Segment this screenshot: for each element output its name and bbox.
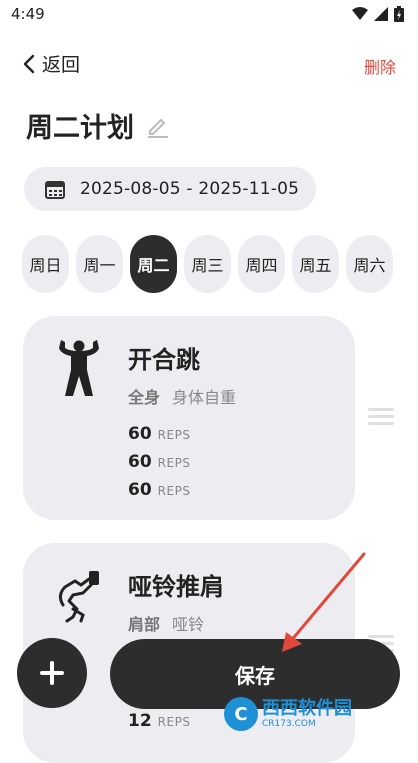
battery-icon xyxy=(394,6,404,22)
tab-friday[interactable]: 周五 xyxy=(292,235,339,293)
exercise-tags: 肩部 哑铃 xyxy=(128,611,204,635)
watermark-brand: 西西软件园 xyxy=(262,697,352,719)
page-title: 周二计划 xyxy=(26,113,134,144)
exercise-tags: 全身 身体自重 xyxy=(128,384,236,408)
signal-icon xyxy=(374,7,388,21)
exercise-card[interactable]: 开合跳 全身 身体自重 60 REPS 60 REPS 60 REPS xyxy=(23,316,355,520)
tab-tuesday[interactable]: 周二 xyxy=(130,235,177,293)
status-icons xyxy=(352,6,404,22)
set-row[interactable]: 60 REPS xyxy=(128,424,190,444)
plus-icon xyxy=(40,661,64,685)
tab-sunday[interactable]: 周日 xyxy=(22,235,69,293)
set-unit: REPS xyxy=(157,456,191,470)
top-nav: 返回 删除 xyxy=(0,48,418,82)
set-row[interactable]: 60 REPS xyxy=(128,480,190,500)
back-button[interactable]: 返回 xyxy=(22,50,80,77)
title-row: 周二计划 xyxy=(26,106,170,145)
tab-wednesday[interactable]: 周三 xyxy=(184,235,231,293)
calendar-icon xyxy=(45,181,65,199)
status-time: 4:49 xyxy=(11,5,45,23)
exercise-name: 开合跳 xyxy=(128,346,200,374)
set-count: 60 xyxy=(128,480,152,500)
add-exercise-button[interactable] xyxy=(17,638,87,708)
set-unit: REPS xyxy=(157,428,191,442)
dumbbell-press-icon xyxy=(58,571,99,623)
sets-list: 60 REPS 60 REPS 60 REPS xyxy=(128,424,190,500)
body-part-label: 全身 xyxy=(128,388,161,407)
tab-thursday[interactable]: 周四 xyxy=(238,235,285,293)
annotation-arrow-icon xyxy=(282,552,366,652)
exercise-name: 哑铃推肩 xyxy=(128,573,224,601)
set-count: 60 xyxy=(128,452,152,472)
equipment-label: 哑铃 xyxy=(172,615,205,634)
watermark-url: CR173.COM xyxy=(262,718,316,729)
set-count: 60 xyxy=(128,424,152,444)
body-part-label: 肩部 xyxy=(128,615,161,634)
back-label: 返回 xyxy=(42,54,81,76)
date-range-picker[interactable]: 2025-08-05 - 2025-11-05 xyxy=(24,167,316,211)
set-row[interactable]: 60 REPS xyxy=(128,452,190,472)
watermark-logo: C 西西软件园 CR173.COM xyxy=(224,694,414,734)
set-unit: REPS xyxy=(157,484,191,498)
tab-saturday[interactable]: 周六 xyxy=(346,235,393,293)
day-tabs: 周日 周一 周二 周三 周四 周五 周六 xyxy=(22,235,393,293)
wifi-icon xyxy=(352,7,368,20)
drag-handle-icon[interactable] xyxy=(368,408,394,425)
date-range-text: 2025-08-05 - 2025-11-05 xyxy=(80,179,300,199)
set-count: 12 xyxy=(128,711,152,731)
status-bar: 4:49 xyxy=(0,0,418,30)
chevron-left-icon xyxy=(23,54,35,73)
jumping-jack-icon xyxy=(59,340,99,396)
watermark-c-icon: C xyxy=(224,697,258,731)
edit-pencil-icon[interactable] xyxy=(146,114,170,138)
set-unit: REPS xyxy=(157,715,191,729)
tab-monday[interactable]: 周一 xyxy=(76,235,123,293)
delete-button[interactable]: 删除 xyxy=(364,54,396,78)
equipment-label: 身体自重 xyxy=(172,388,237,407)
set-row[interactable]: 12 REPS xyxy=(128,711,190,731)
watermark-text: 西西软件园 CR173.COM xyxy=(262,697,352,729)
